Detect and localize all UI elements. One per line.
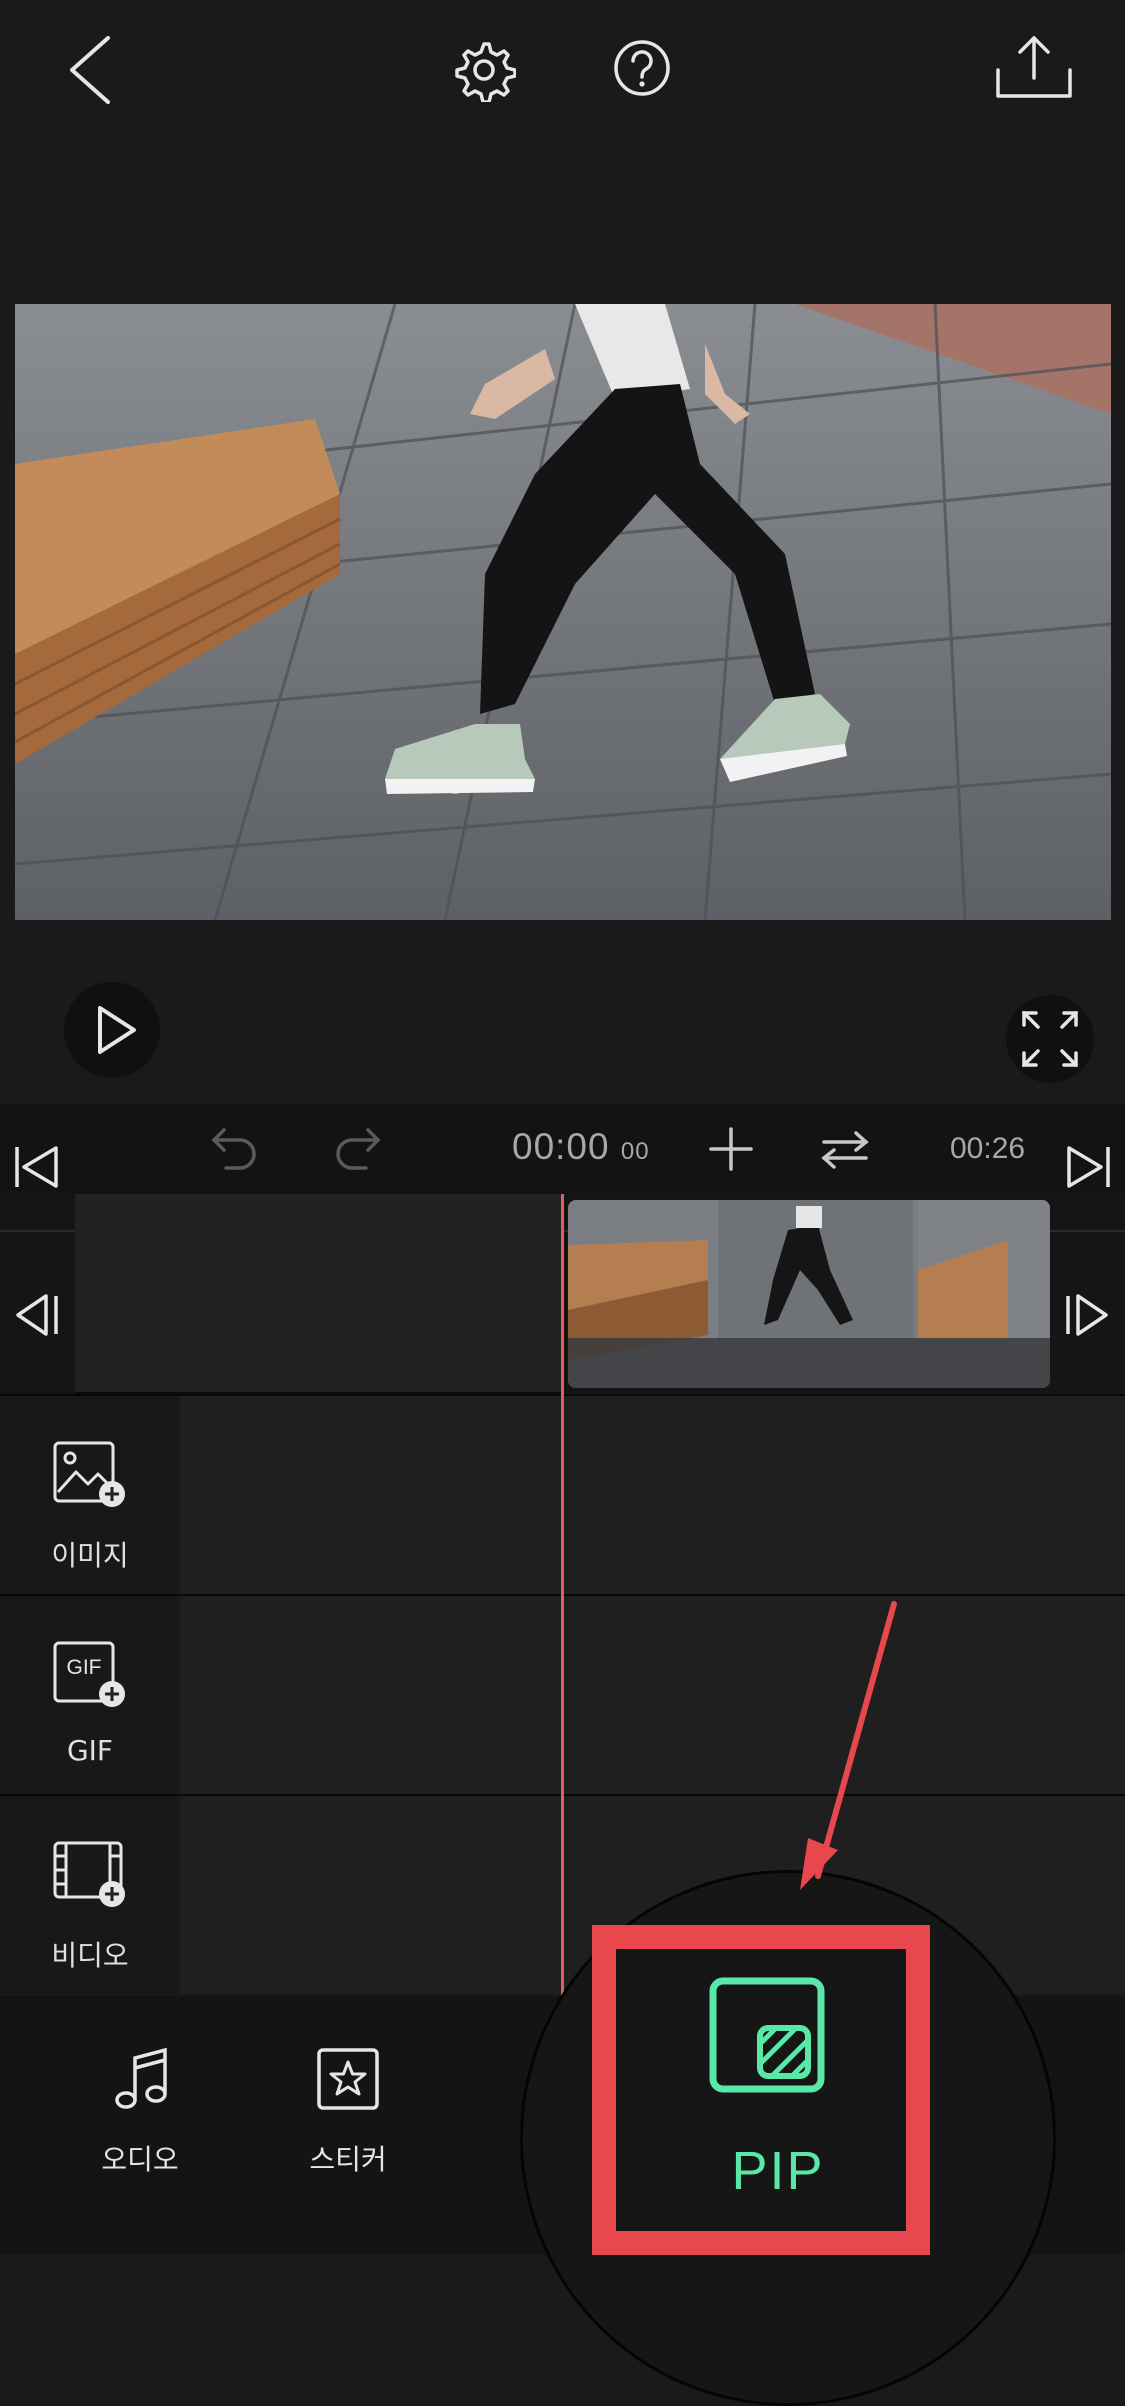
video-add-icon[interactable] (52, 1840, 128, 1910)
sticker-tool-button[interactable]: 스티커 (288, 2046, 408, 2196)
video-clip-thumbnails (568, 1200, 1050, 1388)
audio-tool-label: 오디오 (101, 2143, 179, 2176)
back-chevron-icon[interactable] (60, 30, 120, 110)
gif-add-icon[interactable]: GIF (52, 1640, 128, 1710)
redo-icon[interactable] (332, 1126, 386, 1174)
play-button[interactable] (64, 982, 160, 1078)
play-icon (98, 1006, 136, 1054)
help-icon[interactable] (612, 38, 672, 98)
sticker-star-icon (317, 2048, 379, 2110)
current-frames: 00 (620, 1138, 650, 1165)
sticker-tool-label: 스티커 (309, 2143, 387, 2176)
image-lane-label: 이미지 (51, 1539, 129, 1572)
swap-icon[interactable] (820, 1130, 870, 1170)
gif-icon-text: GIF (66, 1656, 102, 1679)
current-time: 00:00 00 (512, 1126, 650, 1167)
next-frame-icon[interactable] (1064, 1292, 1110, 1338)
skip-to-end-icon[interactable] (1063, 1142, 1113, 1192)
settings-gear-icon[interactable] (452, 38, 516, 102)
fullscreen-button[interactable] (1006, 995, 1094, 1083)
skip-to-start-icon[interactable] (12, 1142, 62, 1192)
add-icon[interactable] (708, 1126, 754, 1172)
end-time: 00:26 (950, 1132, 1026, 1165)
prev-frame-icon[interactable] (14, 1292, 60, 1338)
video-lane-label: 비디오 (51, 1939, 129, 1972)
music-note-icon (112, 2046, 168, 2112)
export-share-icon[interactable] (994, 32, 1074, 102)
annotation-arrow-icon (790, 1600, 910, 1910)
top-bar (0, 0, 1125, 140)
video-preview[interactable] (15, 304, 1111, 920)
playhead[interactable] (561, 1194, 564, 1996)
gif-lane-label: GIF (66, 1734, 114, 1767)
video-clip[interactable] (568, 1200, 1050, 1388)
video-frame-image (15, 304, 1111, 920)
pip-highlight-frame (592, 1925, 930, 2255)
audio-tool-button[interactable]: 오디오 (80, 2046, 200, 2196)
fullscreen-icon (1022, 1011, 1078, 1067)
undo-icon[interactable] (206, 1126, 260, 1174)
track-empty-area (75, 1194, 563, 1395)
image-add-icon[interactable] (52, 1440, 128, 1510)
